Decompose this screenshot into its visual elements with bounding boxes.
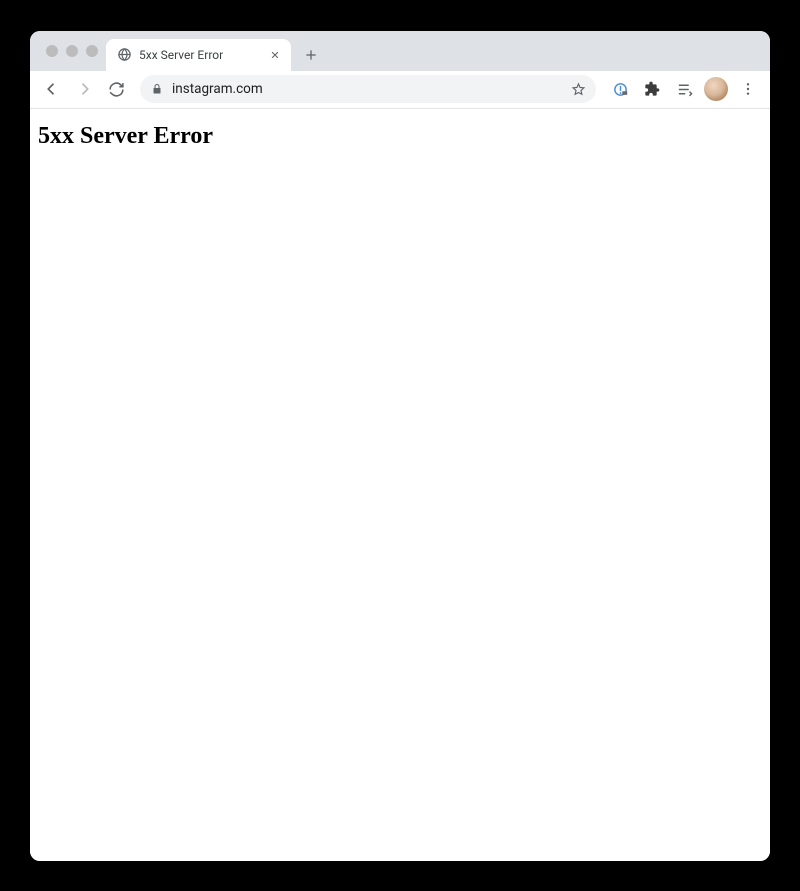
bookmark-star-icon[interactable] — [570, 81, 586, 97]
reading-list-icon[interactable] — [670, 75, 698, 103]
page-content: 5xx Server Error — [30, 109, 770, 861]
address-bar-url: instagram.com — [172, 81, 562, 97]
extensions-puzzle-icon[interactable] — [638, 75, 666, 103]
window-minimize-button[interactable] — [66, 45, 78, 57]
extension-icon-1[interactable] — [606, 75, 634, 103]
address-bar[interactable]: instagram.com — [140, 75, 596, 103]
window-close-button[interactable] — [46, 45, 58, 57]
globe-icon — [116, 47, 132, 63]
lock-icon — [150, 82, 164, 96]
error-heading: 5xx Server Error — [38, 123, 762, 150]
window-maximize-button[interactable] — [86, 45, 98, 57]
browser-window: 5xx Server Error — [30, 31, 770, 861]
browser-tab[interactable]: 5xx Server Error — [106, 39, 291, 71]
reload-button[interactable] — [102, 75, 130, 103]
close-tab-button[interactable] — [267, 47, 283, 63]
tab-title: 5xx Server Error — [139, 48, 260, 62]
profile-avatar[interactable] — [704, 77, 728, 101]
new-tab-button[interactable] — [297, 41, 325, 69]
menu-button[interactable] — [734, 75, 762, 103]
tab-strip: 5xx Server Error — [30, 31, 770, 71]
back-button[interactable] — [38, 75, 66, 103]
forward-button[interactable] — [70, 75, 98, 103]
browser-toolbar: instagram.com — [30, 71, 770, 109]
window-controls — [40, 31, 106, 71]
